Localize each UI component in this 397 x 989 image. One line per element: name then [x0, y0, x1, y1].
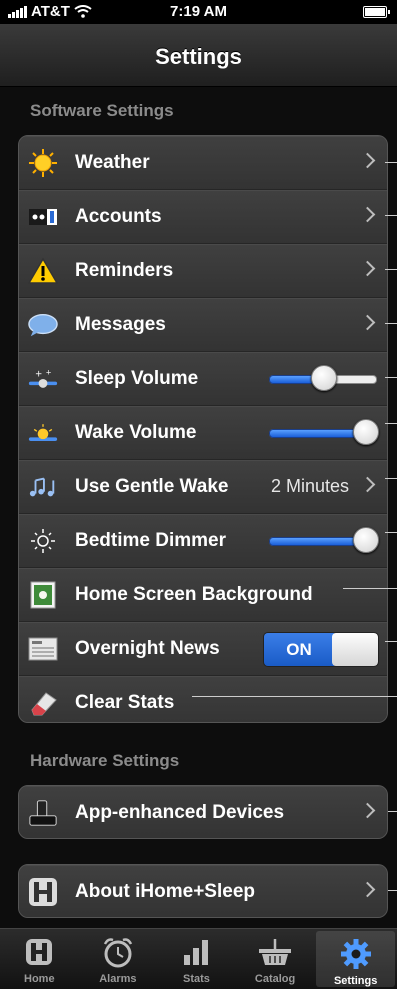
accounts-icon [28, 202, 58, 232]
row-label: Messages [75, 314, 166, 335]
row-accounts[interactable]: Accounts [19, 189, 387, 243]
brightness-icon [28, 526, 58, 556]
battery-icon [363, 6, 390, 18]
svg-text:+: + [35, 369, 42, 379]
hardware-settings-group: App-enhanced Devices [18, 785, 388, 839]
annotation-line [385, 478, 397, 479]
chevron-right-icon [359, 152, 376, 169]
row-label: Sleep Volume [75, 368, 199, 389]
tab-catalog[interactable]: Catalog [236, 929, 315, 989]
chevron-right-icon [359, 206, 376, 223]
annotation-line [385, 641, 397, 642]
row-wake-volume: Wake Volume [19, 405, 387, 459]
dock-icon [28, 798, 58, 828]
warning-icon [28, 256, 58, 286]
slider-knob[interactable] [353, 419, 379, 445]
sleep-volume-slider[interactable] [269, 365, 377, 391]
annotation-line [385, 532, 397, 533]
row-clear-stats[interactable]: Clear Stats [19, 675, 387, 722]
tab-label: Alarms [99, 973, 137, 985]
software-settings-header: Software Settings [30, 101, 174, 120]
speech-bubble-icon [28, 310, 58, 340]
sleep-volume-icon: + + [28, 364, 58, 394]
row-reminders[interactable]: Reminders [19, 243, 387, 297]
row-overnight-news: Overnight News ON [19, 621, 387, 675]
tab-label: Stats [183, 973, 210, 985]
gear-icon [316, 937, 395, 971]
tab-alarms[interactable]: Alarms [79, 929, 158, 989]
annotation-line [343, 588, 397, 589]
basket-icon [236, 935, 315, 969]
row-label: Bedtime Dimmer [75, 530, 226, 551]
slider-knob[interactable] [353, 527, 379, 553]
row-label: Overnight News [75, 638, 220, 659]
chevron-right-icon [359, 314, 376, 331]
row-label: Home Screen Background [75, 584, 313, 605]
row-label: Accounts [75, 206, 162, 227]
status-bar: AT&T 7:19 AM [0, 0, 397, 24]
toggle-thumb[interactable] [332, 633, 378, 666]
overnight-news-toggle[interactable]: ON [263, 632, 379, 667]
row-label: Wake Volume [75, 422, 197, 443]
tab-label: Home [24, 973, 55, 985]
chevron-right-icon [359, 881, 376, 898]
tab-stats[interactable]: Stats [157, 929, 236, 989]
clock-icon [79, 935, 158, 969]
tab-settings[interactable]: Settings [316, 931, 395, 987]
chevron-right-icon [359, 476, 376, 493]
hardware-settings-header: Hardware Settings [30, 751, 180, 770]
software-settings-group: Weather Accounts Reminders Messages + + … [18, 135, 388, 723]
annotation-line [385, 215, 397, 216]
row-label: Weather [75, 152, 150, 173]
row-label: App-enhanced Devices [75, 802, 285, 823]
annotation-line [385, 377, 397, 378]
toggle-on-label: ON [264, 633, 334, 666]
row-about[interactable]: About iHome+Sleep [19, 865, 387, 917]
tab-label: Settings [333, 975, 378, 987]
row-label: About iHome+Sleep [75, 881, 255, 902]
eraser-icon [28, 688, 58, 718]
annotation-line [385, 323, 397, 324]
row-home-screen-background[interactable]: Home Screen Background [19, 567, 387, 621]
picture-icon [28, 580, 58, 610]
bar-chart-icon [157, 935, 236, 969]
slider-knob[interactable] [311, 365, 337, 391]
row-label: Use Gentle Wake [75, 476, 229, 497]
newspaper-icon [28, 634, 58, 664]
row-label: Clear Stats [75, 692, 175, 713]
page-title: Settings [155, 44, 242, 69]
chevron-right-icon [359, 802, 376, 819]
ihome-icon [28, 877, 58, 907]
navigation-bar: Settings [0, 24, 397, 87]
music-notes-icon [28, 472, 58, 502]
svg-text:+: + [46, 368, 52, 377]
row-gentle-wake[interactable]: Use Gentle Wake 2 Minutes [19, 459, 387, 513]
tab-label: Catalog [254, 973, 296, 985]
tab-home[interactable]: Home [0, 929, 79, 989]
about-group: About iHome+Sleep [18, 864, 388, 918]
chevron-right-icon [359, 260, 376, 277]
tab-bar: Home Alarms Stats Catalog Settings [0, 928, 397, 989]
bedtime-dimmer-slider[interactable] [269, 527, 379, 553]
gentle-wake-value: 2 Minutes [270, 476, 349, 496]
annotation-line [192, 696, 397, 697]
annotation-line [385, 423, 397, 424]
row-app-enhanced-devices[interactable]: App-enhanced Devices [19, 786, 387, 838]
sun-icon [28, 148, 58, 178]
row-label: Reminders [75, 260, 174, 281]
wake-volume-slider[interactable] [269, 419, 379, 445]
row-messages[interactable]: Messages [19, 297, 387, 351]
row-bedtime-dimmer: Bedtime Dimmer [19, 513, 387, 567]
annotation-line [385, 162, 397, 163]
row-sleep-volume: + + Sleep Volume [19, 351, 387, 405]
wake-volume-icon [28, 418, 58, 448]
status-time: 7:19 AM [170, 3, 227, 20]
home-icon [0, 935, 79, 969]
row-weather[interactable]: Weather [19, 136, 387, 189]
annotation-line [385, 269, 397, 270]
